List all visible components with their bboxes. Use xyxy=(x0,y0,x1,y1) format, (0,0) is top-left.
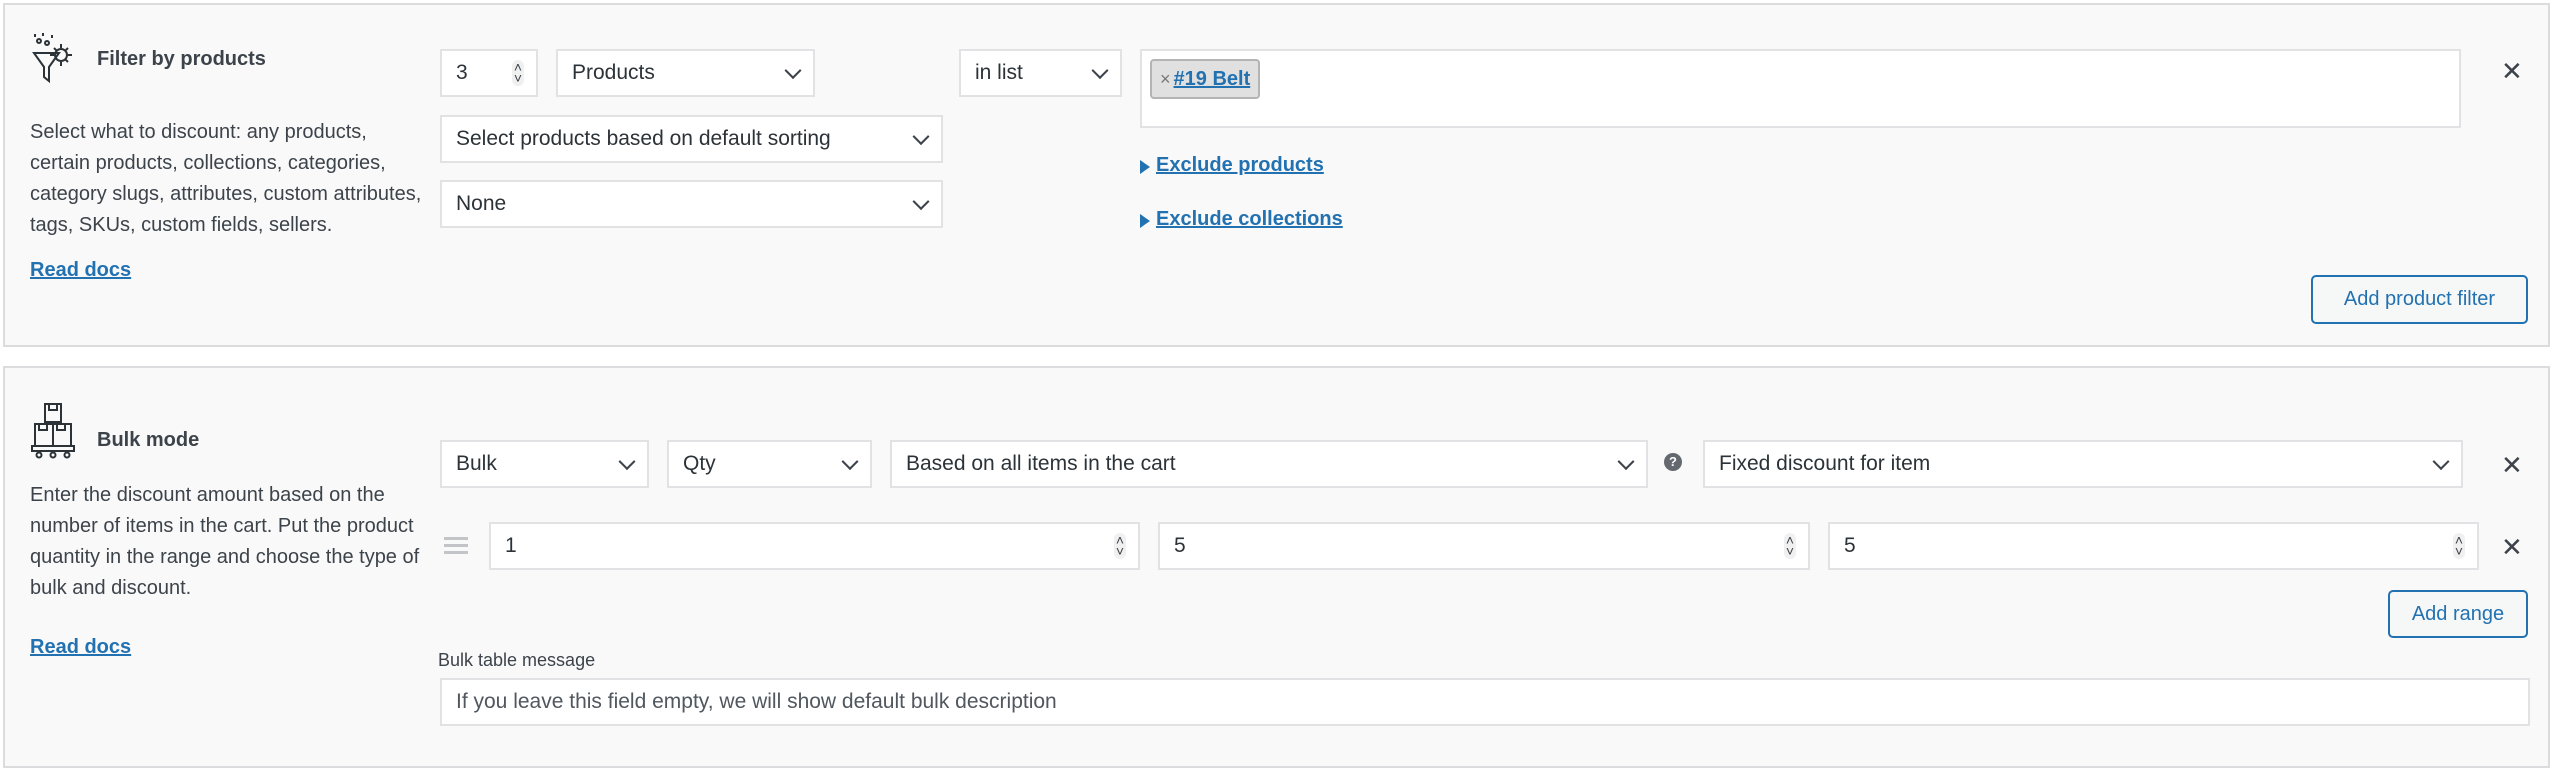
chip-remove-icon[interactable]: × xyxy=(1160,69,1171,90)
chevron-down-icon xyxy=(912,128,930,146)
measure-select-value: Qty xyxy=(683,452,716,475)
chip-label[interactable]: #19 Belt xyxy=(1174,68,1251,91)
quantity-stepper[interactable]: 3 ˄ ˅ xyxy=(440,49,538,97)
chevron-down-icon xyxy=(1617,453,1635,471)
chevron-down-icon xyxy=(1091,62,1109,80)
remove-range-icon[interactable]: ✕ xyxy=(2501,532,2523,563)
filter-by-products-panel: Filter by products Select what to discou… xyxy=(3,3,2550,347)
stepper-arrows-icon[interactable]: ˄ ˅ xyxy=(2452,533,2465,559)
help-icon[interactable]: ? xyxy=(1664,453,1682,471)
extra-select-value: None xyxy=(456,192,507,215)
bulk-mode-panel: Bulk mode Enter the discount amount base… xyxy=(3,366,2550,768)
chevron-down-icon xyxy=(618,453,636,471)
panel-title: Bulk mode xyxy=(97,429,200,451)
range-from-input[interactable]: 1 ˄ ˅ xyxy=(489,522,1140,570)
operator-select-value: in list xyxy=(975,61,1023,84)
add-range-button[interactable]: Add range xyxy=(2388,590,2528,638)
remove-filter-icon[interactable]: ✕ xyxy=(2501,56,2523,87)
chevron-down-icon xyxy=(841,453,859,471)
bulk-table-message-input[interactable]: If you leave this field empty, we will s… xyxy=(440,678,2530,726)
exclude-collections-link[interactable]: Exclude collections xyxy=(1156,208,1343,230)
funnel-gear-icon xyxy=(32,33,72,84)
mode-select-value: Bulk xyxy=(456,452,497,475)
panel-title: Filter by products xyxy=(97,48,266,70)
sorting-select[interactable]: Select products based on default sorting xyxy=(440,115,943,163)
remove-bulk-icon[interactable]: ✕ xyxy=(2501,450,2523,481)
read-docs-link[interactable]: Read docs xyxy=(30,259,131,282)
type-select[interactable]: Products xyxy=(556,49,815,97)
stepper-arrows-icon[interactable]: ˄ ˅ xyxy=(1113,533,1126,559)
exclude-products-toggle[interactable]: Exclude products xyxy=(1140,154,1324,177)
sorting-select-value: Select products based on default sorting xyxy=(456,127,831,150)
exclude-collections-toggle[interactable]: Exclude collections xyxy=(1140,208,1343,231)
boxes-pallet-icon xyxy=(31,403,75,459)
exclude-products-link[interactable]: Exclude products xyxy=(1156,154,1324,176)
panel-description: Select what to discount: any products, c… xyxy=(30,121,422,236)
panel-description: Enter the discount amount based on the n… xyxy=(30,484,420,599)
message-placeholder: If you leave this field empty, we will s… xyxy=(456,690,1057,713)
triangle-right-icon xyxy=(1140,213,1150,228)
stepper-arrows-icon[interactable]: ˄ ˅ xyxy=(511,60,524,86)
basis-select[interactable]: Based on all items in the cart xyxy=(890,440,1648,488)
quantity-value: 3 xyxy=(456,61,468,84)
operator-select[interactable]: in list xyxy=(959,49,1122,97)
discount-type-select[interactable]: Fixed discount for item xyxy=(1703,440,2463,488)
selected-product-chip: × #19 Belt xyxy=(1150,59,1261,99)
range-discount-value: 5 xyxy=(1844,534,1856,557)
range-discount-input[interactable]: 5 ˄ ˅ xyxy=(1828,522,2479,570)
range-to-input[interactable]: 5 ˄ ˅ xyxy=(1158,522,1810,570)
chevron-down-icon xyxy=(784,62,802,80)
drag-handle-icon[interactable] xyxy=(444,537,468,554)
range-from-value: 1 xyxy=(505,534,517,557)
measure-select[interactable]: Qty xyxy=(667,440,872,488)
type-select-value: Products xyxy=(572,61,655,84)
read-docs-link[interactable]: Read docs xyxy=(30,636,131,659)
discount-type-select-value: Fixed discount for item xyxy=(1719,452,1931,475)
triangle-right-icon xyxy=(1140,159,1150,174)
extra-select[interactable]: None xyxy=(440,180,943,228)
bulk-table-message-label: Bulk table message xyxy=(438,650,596,670)
basis-select-value: Based on all items in the cart xyxy=(906,452,1176,475)
stepper-arrows-icon[interactable]: ˄ ˅ xyxy=(1783,533,1796,559)
mode-select[interactable]: Bulk xyxy=(440,440,649,488)
chevron-down-icon xyxy=(912,193,930,211)
products-multiselect[interactable]: × #19 Belt xyxy=(1140,49,2461,128)
chevron-down-icon xyxy=(2432,453,2450,471)
add-product-filter-button[interactable]: Add product filter xyxy=(2311,275,2528,324)
range-to-value: 5 xyxy=(1174,534,1186,557)
